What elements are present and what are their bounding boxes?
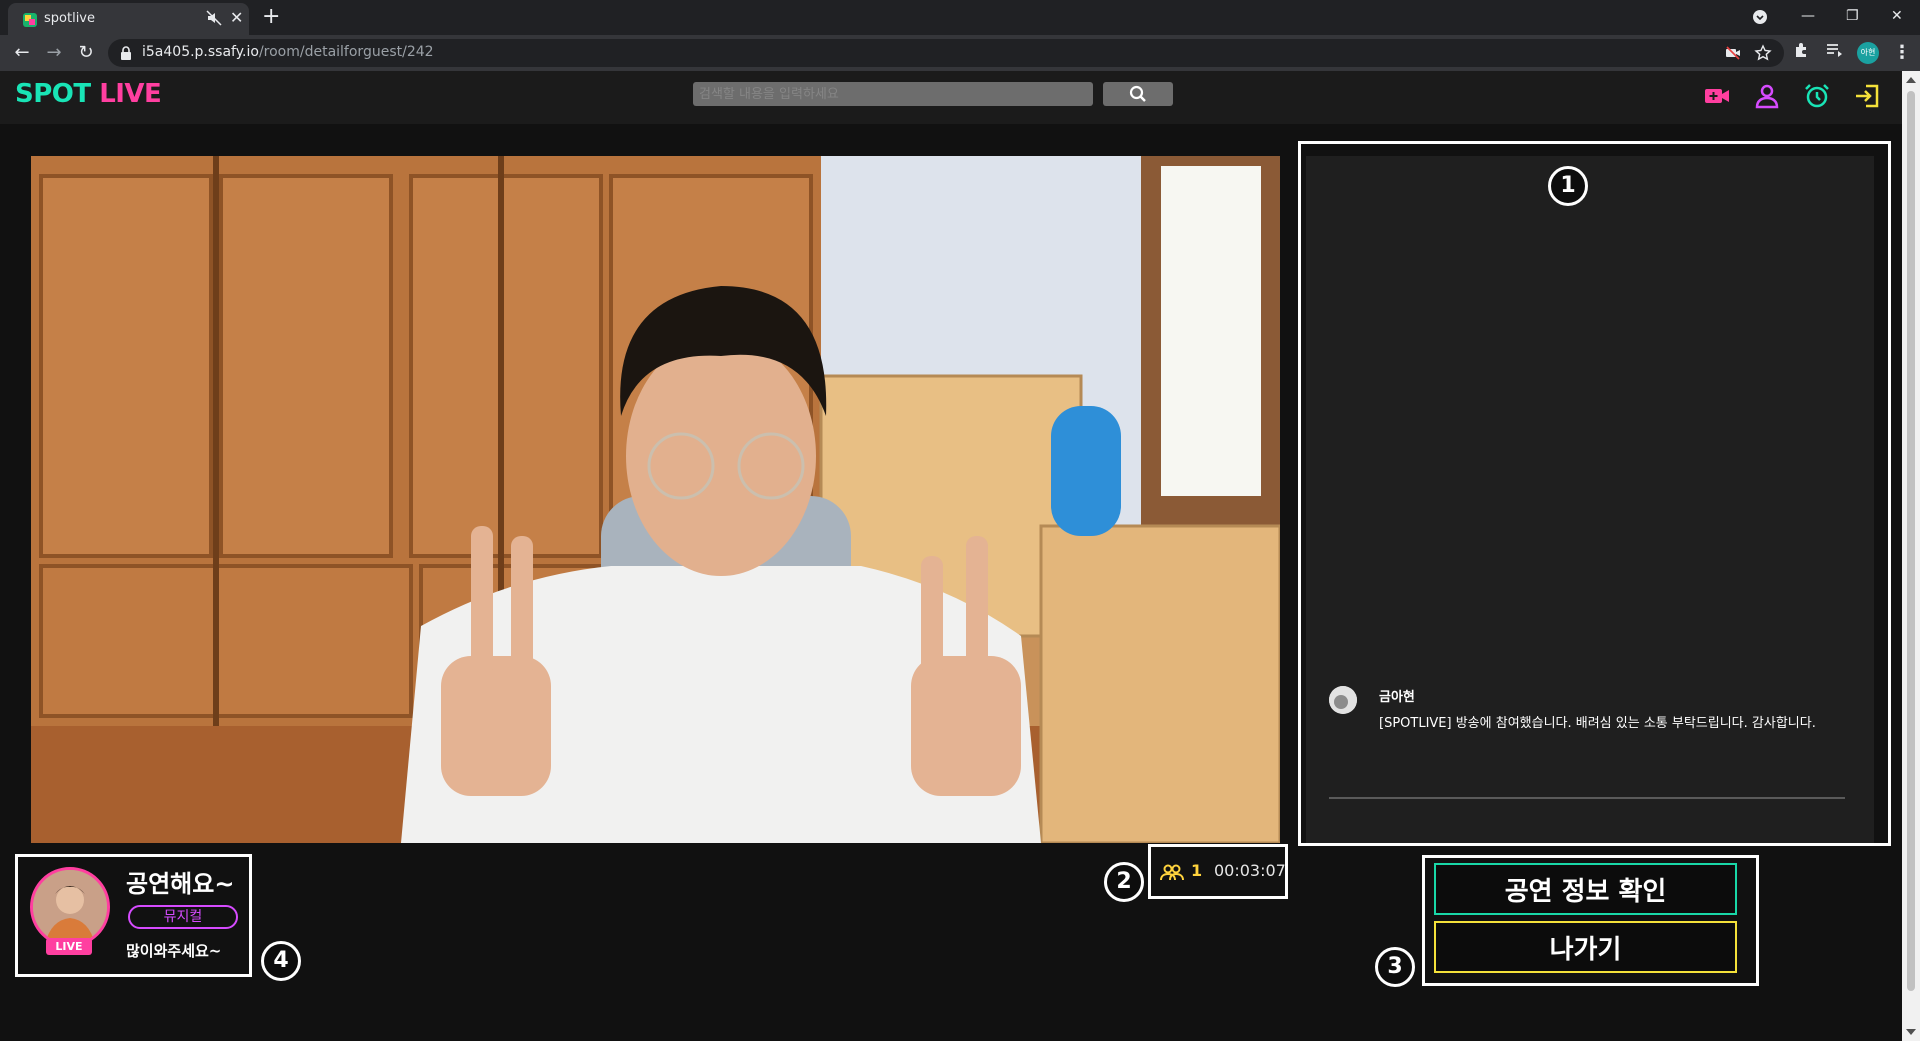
back-icon[interactable]: ← — [10, 41, 34, 65]
video-camera-icon[interactable] — [1703, 82, 1731, 110]
spotlive-logo[interactable]: SPOT LIVE — [15, 79, 162, 109]
mute-tab-icon[interactable] — [205, 9, 223, 27]
marker-1: 1 — [1548, 166, 1588, 206]
url-text: i5a405.p.ssafy.io/room/detailforguest/24… — [142, 44, 434, 60]
browser-tabbar: spotlive ✕ + — ❐ ✕ — [0, 0, 1920, 35]
tab-search-icon[interactable] — [1752, 9, 1768, 25]
performance-title: 공연해요~ — [126, 870, 235, 898]
viewer-stats: 1 00:03:07 — [1148, 844, 1288, 899]
avatar-image — [1329, 686, 1357, 714]
marker-4: 4 — [261, 941, 301, 981]
scroll-down-icon[interactable] — [1906, 1029, 1916, 1035]
minimize-icon[interactable]: — — [1801, 4, 1815, 28]
tab-title: spotlive — [44, 11, 95, 26]
browser-menu-icon[interactable]: ⋮ — [1890, 41, 1914, 65]
close-window-icon[interactable]: ✕ — [1891, 4, 1903, 28]
exit-button[interactable]: 나가기 — [1434, 921, 1737, 973]
marker-3: 3 — [1375, 947, 1415, 987]
chat-author-avatar — [1329, 686, 1357, 714]
lock-icon[interactable] — [120, 46, 132, 60]
page-scrollbar[interactable] — [1902, 71, 1920, 1041]
alarm-clock-icon[interactable] — [1803, 82, 1831, 110]
chat-panel — [1306, 156, 1874, 843]
genre-badge[interactable]: 뮤지컬 — [128, 905, 238, 929]
elapsed-time: 00:03:07 — [1214, 861, 1286, 880]
extensions-icon[interactable] — [1792, 40, 1812, 60]
browser-toolbar: ← → ↻ i5a405.p.ssafy.io/room/detailforgu… — [0, 35, 1920, 71]
performer-card: LIVE 공연해요~ 뮤지컬 많이와주세요~ — [15, 854, 252, 977]
new-tab-button[interactable]: + — [262, 3, 280, 31]
search-icon — [1129, 85, 1146, 102]
live-badge: LIVE — [46, 938, 92, 955]
performance-description: 많이와주세요~ — [126, 942, 222, 960]
logo-spot: SPOT — [15, 79, 91, 109]
forward-icon[interactable]: → — [42, 41, 66, 65]
live-video[interactable] — [31, 156, 1280, 843]
viewers-icon — [1160, 864, 1184, 881]
chat-message-text: [SPOTLIVE] 방송에 참여했습니다. 배려심 있는 소통 부탁드립니다.… — [1379, 716, 1816, 731]
address-bar[interactable]: i5a405.p.ssafy.io/room/detailforguest/24… — [108, 39, 1784, 67]
scroll-up-icon[interactable] — [1906, 77, 1916, 83]
search-button[interactable] — [1103, 82, 1173, 106]
marker-2: 2 — [1104, 862, 1144, 902]
url-path: /room/detailforguest/242 — [258, 44, 434, 60]
app-header: SPOT LIVE — [0, 71, 1902, 124]
browser-tab[interactable]: spotlive ✕ — [8, 3, 249, 35]
logo-live: LIVE — [99, 79, 162, 109]
performance-info-button[interactable]: 공연 정보 확인 — [1434, 863, 1737, 915]
sign-in-icon[interactable] — [1853, 82, 1881, 110]
media-control-icon[interactable] — [1824, 40, 1844, 60]
close-tab-icon[interactable]: ✕ — [230, 8, 243, 28]
reload-icon[interactable]: ↻ — [74, 41, 98, 65]
restore-icon[interactable]: ❐ — [1846, 4, 1859, 28]
scroll-thumb[interactable] — [1907, 91, 1915, 991]
viewer-count: 1 — [1191, 861, 1203, 880]
user-icon[interactable] — [1753, 82, 1781, 110]
favicon-icon — [23, 13, 37, 27]
camera-blocked-icon[interactable] — [1724, 44, 1742, 62]
url-host: i5a405.p.ssafy.io — [142, 44, 259, 60]
profile-avatar[interactable]: 아현 — [1857, 42, 1879, 64]
search-input[interactable] — [693, 82, 1093, 106]
chat-input[interactable] — [1329, 797, 1845, 799]
video-frame — [31, 156, 1280, 843]
bookmark-star-icon[interactable] — [1754, 44, 1772, 62]
performer-photo — [33, 870, 107, 944]
chat-author-name: 금아현 — [1379, 690, 1415, 705]
performer-avatar[interactable] — [30, 867, 110, 947]
